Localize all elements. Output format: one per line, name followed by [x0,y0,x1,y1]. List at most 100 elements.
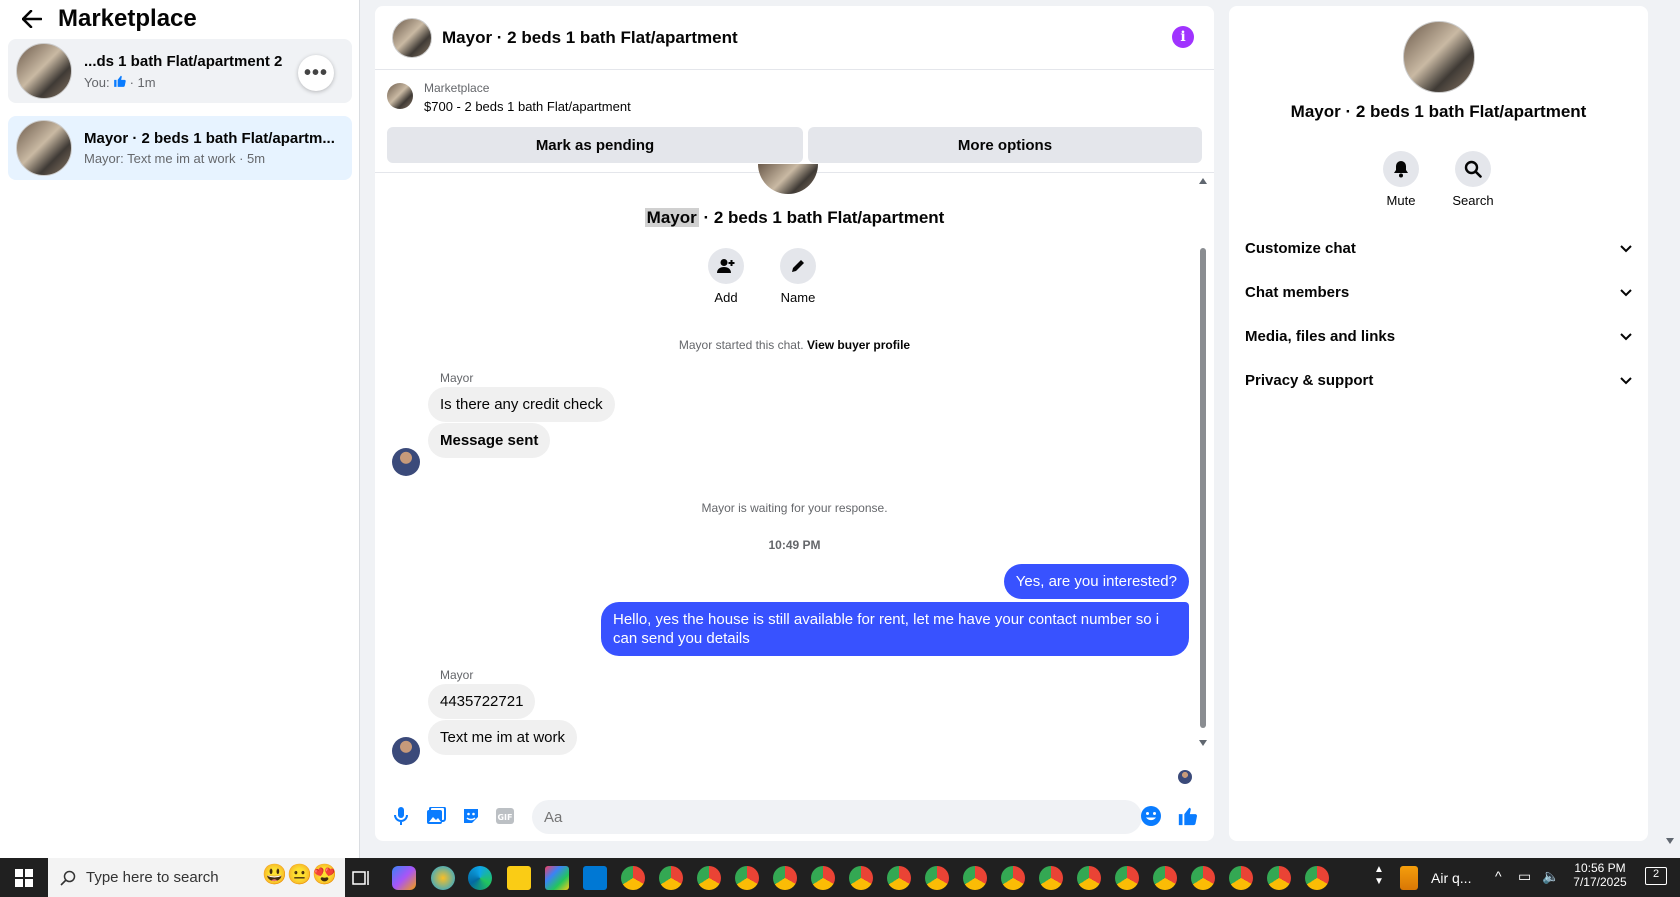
section-label: Customize chat [1245,239,1356,257]
more-options-button[interactable]: ••• [298,55,334,91]
message-bubble[interactable]: Text me im at work [428,720,578,755]
chrome-profile-icon[interactable] [1115,866,1139,890]
message-input[interactable] [532,800,1142,834]
chat-started-text: Mayor started this chat. [678,338,804,352]
listing-thumbnail[interactable] [387,83,413,109]
chrome-profile-icon[interactable] [1077,866,1101,890]
listing-thumbnail [16,120,72,176]
taskbar-search-box[interactable]: Type here to search 😃😐😍 [48,858,345,897]
chrome-profile-icon[interactable] [735,866,759,890]
chrome-profile-icon[interactable] [659,866,683,890]
windows-start-icon[interactable] [0,858,48,897]
notification-center-icon[interactable]: 2 [1645,867,1667,885]
chrome-profile-icon[interactable] [773,866,797,890]
message-bubble[interactable]: Is there any credit check [428,387,615,422]
chrome-profile-icon[interactable] [849,866,873,890]
search-icon [1455,151,1491,187]
air-quality-icon[interactable] [1400,866,1418,890]
chrome-icon[interactable] [621,866,645,890]
mute-button[interactable]: Mute [1366,151,1436,208]
mark-as-pending-button[interactable]: Mark as pending [387,127,803,163]
chrome-profile-icon[interactable] [811,866,835,890]
chat-panel: Mayor · 2 beds 1 bath Flat/apartment i M… [375,6,1214,841]
edge-browser-icon[interactable] [468,866,492,890]
thread-avatar [758,164,818,194]
emoji-icon[interactable] [1139,804,1163,828]
outlook-icon[interactable] [583,866,607,890]
sender-avatar[interactable] [392,737,420,765]
chat-members-section[interactable]: Chat members [1245,274,1632,310]
listing-title[interactable]: $700 - 2 beds 1 bath Flat/apartment [424,99,631,114]
microphone-icon[interactable] [389,804,413,828]
back-arrow-icon[interactable] [18,5,46,33]
chrome-profile-icon[interactable] [1191,866,1215,890]
thread-title: Mayor · 2 beds 1 bath Flat/apartment [375,208,1214,228]
search-label: Search [1452,193,1494,208]
page-scroll-down-arrow-icon[interactable] [1666,838,1674,844]
thumbs-up-icon[interactable] [1176,804,1200,828]
network-icon[interactable]: ▭ [1518,868,1531,885]
chrome-profile-icon[interactable] [925,866,949,890]
name-button[interactable]: Name [768,248,828,305]
privacy-support-section[interactable]: Privacy & support [1245,362,1632,398]
chrome-profile-icon[interactable] [1229,866,1253,890]
outgoing-message[interactable]: Hello, yes the house is still available … [601,602,1189,656]
add-label: Add [714,290,738,305]
file-explorer-icon[interactable] [507,866,531,890]
info-title: Mayor · 2 beds 1 bath Flat/apartment [1290,102,1587,121]
view-buyer-profile-link[interactable]: View buyer profile [807,338,910,352]
search-button[interactable]: Search [1438,151,1508,208]
task-view-icon[interactable] [349,866,373,890]
chrome-profile-icon[interactable] [1305,866,1329,890]
chat-header: Mayor · 2 beds 1 bath Flat/apartment i [375,6,1214,70]
message-bubble[interactable]: 4435722721 [428,684,536,719]
conversation-preview: Mayor: Text me im at work · 5m [84,151,266,166]
chat-avatar[interactable] [392,17,432,58]
info-icon[interactable]: i [1172,26,1194,48]
conversation-item-active[interactable]: Mayor · 2 beds 1 bath Flat/apartm... May… [8,116,352,180]
sticker-icon[interactable] [459,804,483,828]
listing-avatar[interactable] [1403,21,1475,93]
notification-count: 2 [1652,868,1660,880]
message-bubble[interactable]: Message sent [428,423,551,458]
chrome-profile-icon[interactable] [1267,866,1291,890]
outgoing-message[interactable]: Yes, are you interested? [1003,564,1189,599]
preview-time: · 1m [129,74,156,90]
media-files-links-section[interactable]: Media, files and links [1245,318,1632,354]
taskbar-scroll-arrows-icon[interactable]: ▲ ▼ [1374,864,1384,888]
volume-icon[interactable]: 🔈 [1542,868,1559,885]
tray-overflow-chevron-icon[interactable]: ^ [1495,868,1502,884]
add-button[interactable]: Add [696,248,756,305]
chrome-profile-icon[interactable] [1001,866,1025,890]
sidebar-header: Marketplace [18,4,197,34]
chrome-profile-icon[interactable] [963,866,987,890]
section-label: Privacy & support [1245,371,1374,389]
customize-chat-section[interactable]: Customize chat [1245,230,1632,266]
scroll-down-arrow-icon[interactable] [1199,740,1207,746]
clock-time: 10:56 PM [1574,861,1626,875]
windows-taskbar: Type here to search 😃😐😍 ▲ ▼ Air q... ^ ▭ … [0,858,1680,897]
sender-avatar[interactable] [392,448,420,476]
paint-app-icon[interactable] [431,866,455,890]
taskbar-clock[interactable]: 10:56 PM 7/17/2025 [1570,861,1630,889]
conversation-name: Mayor · 2 beds 1 bath Flat/apartm... [84,130,335,147]
chrome-profile-icon[interactable] [1153,866,1177,890]
conversation-item[interactable]: ...ds 1 bath Flat/apartment 2 · ي You: ·… [8,39,352,103]
seen-indicator-avatar [1178,770,1192,784]
more-options-button[interactable]: More options [808,127,1202,163]
thread-title-rest: · 2 beds 1 bath Flat/apartment [698,208,945,227]
weather-widget-text[interactable]: Air q... [1431,870,1471,886]
chrome-profile-icon[interactable] [887,866,911,890]
photo-icon[interactable] [424,804,448,828]
chrome-profile-icon[interactable] [697,866,721,890]
sender-name: Mayor [440,668,474,682]
chrome-profile-icon[interactable] [1039,866,1063,890]
scrollbar-thumb[interactable] [1200,248,1206,728]
message-thread[interactable]: Mayor · 2 beds 1 bath Flat/apartment Add… [375,164,1214,794]
microsoft-store-icon[interactable] [545,866,569,890]
thread-scrollbar[interactable] [1198,178,1208,746]
scroll-up-arrow-icon[interactable] [1199,178,1207,184]
chat-title[interactable]: Mayor · 2 beds 1 bath Flat/apartment [442,28,738,48]
copilot-icon[interactable] [392,866,416,890]
gif-icon[interactable]: GIF [493,804,517,828]
